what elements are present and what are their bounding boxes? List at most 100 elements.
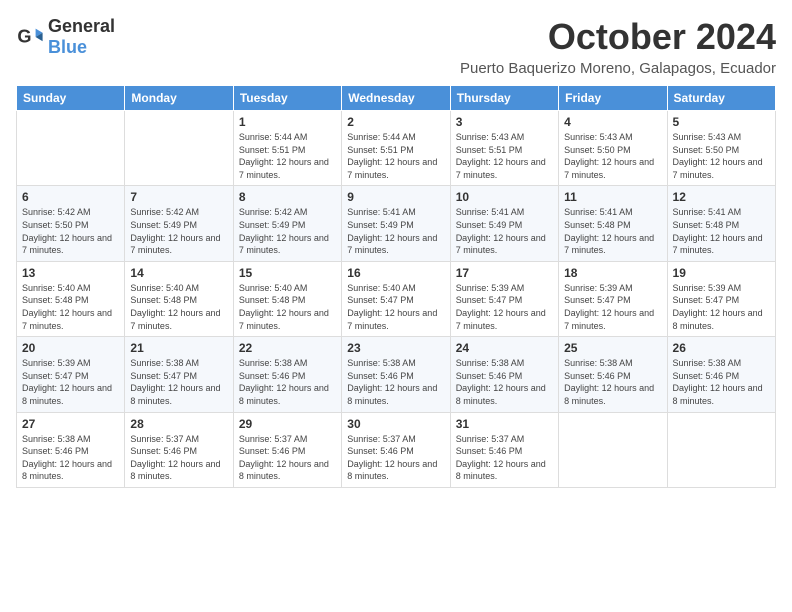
day-info: Sunrise: 5:43 AM Sunset: 5:50 PM Dayligh… [564,131,661,181]
calendar-week-3: 13 Sunrise: 5:40 AM Sunset: 5:48 PM Dayli… [17,261,776,336]
weekday-header-monday: Monday [125,86,233,111]
day-info: Sunrise: 5:38 AM Sunset: 5:46 PM Dayligh… [456,357,553,407]
calendar-cell: 31Sunrise: 5:37 AM Sunset: 5:46 PM Dayli… [450,412,558,487]
calendar-cell: 12 Sunrise: 5:41 AM Sunset: 5:48 PM Dayli… [667,186,775,261]
calendar-week-4: 20Sunrise: 5:39 AM Sunset: 5:47 PM Dayli… [17,337,776,412]
weekday-header-tuesday: Tuesday [233,86,341,111]
calendar-cell [17,111,125,186]
day-number: 27 [22,417,119,431]
calendar-cell [559,412,667,487]
weekday-header-wednesday: Wednesday [342,86,450,111]
calendar-cell: 8 Sunrise: 5:42 AM Sunset: 5:49 PM Daylig… [233,186,341,261]
day-info: Sunrise: 5:38 AM Sunset: 5:46 PM Dayligh… [347,357,444,407]
calendar-cell: 30 Sunrise: 5:37 AM Sunset: 5:46 PM Dayli… [342,412,450,487]
day-info: Sunrise: 5:44 AM Sunset: 5:51 PM Dayligh… [347,131,444,181]
day-number: 5 [673,115,770,129]
day-number: 8 [239,190,336,204]
day-info: Sunrise: 5:43 AM Sunset: 5:51 PM Dayligh… [456,131,553,181]
calendar-cell: 23 Sunrise: 5:38 AM Sunset: 5:46 PM Dayli… [342,337,450,412]
day-info: Sunrise: 5:39 AM Sunset: 5:47 PM Dayligh… [22,357,119,407]
day-number: 15 [239,266,336,280]
day-info: Sunrise: 5:40 AM Sunset: 5:48 PM Dayligh… [22,282,119,332]
day-info: Sunrise: 5:38 AM Sunset: 5:46 PM Dayligh… [673,357,770,407]
day-info: Sunrise: 5:43 AM Sunset: 5:50 PM Dayligh… [673,131,770,181]
day-info: Sunrise: 5:37 AM Sunset: 5:46 PM Dayligh… [347,433,444,483]
day-number: 9 [347,190,444,204]
logo-general: General [48,16,115,36]
day-info: Sunrise: 5:37 AM Sunset: 5:46 PM Dayligh… [239,433,336,483]
day-number: 21 [130,341,227,355]
calendar-cell: 25 Sunrise: 5:38 AM Sunset: 5:46 PM Dayli… [559,337,667,412]
day-info: Sunrise: 5:40 AM Sunset: 5:48 PM Dayligh… [130,282,227,332]
calendar-table: SundayMondayTuesdayWednesdayThursdayFrid… [16,85,776,488]
day-info: Sunrise: 5:44 AM Sunset: 5:51 PM Dayligh… [239,131,336,181]
day-number: 30 [347,417,444,431]
day-info: Sunrise: 5:41 AM Sunset: 5:48 PM Dayligh… [673,206,770,256]
calendar-cell: 16 Sunrise: 5:40 AM Sunset: 5:47 PM Dayli… [342,261,450,336]
calendar-cell: 2 Sunrise: 5:44 AM Sunset: 5:51 PM Daylig… [342,111,450,186]
calendar-week-1: 1 Sunrise: 5:44 AM Sunset: 5:51 PM Daylig… [17,111,776,186]
day-number: 11 [564,190,661,204]
calendar-cell: 4 Sunrise: 5:43 AM Sunset: 5:50 PM Daylig… [559,111,667,186]
day-number: 28 [130,417,227,431]
calendar-cell: 7 Sunrise: 5:42 AM Sunset: 5:49 PM Daylig… [125,186,233,261]
day-number: 18 [564,266,661,280]
calendar-cell [667,412,775,487]
calendar-cell: 22Sunrise: 5:38 AM Sunset: 5:46 PM Dayli… [233,337,341,412]
day-number: 23 [347,341,444,355]
calendar-cell: 17 Sunrise: 5:39 AM Sunset: 5:47 PM Dayli… [450,261,558,336]
day-info: Sunrise: 5:39 AM Sunset: 5:47 PM Dayligh… [564,282,661,332]
calendar-cell: 28Sunrise: 5:37 AM Sunset: 5:46 PM Dayli… [125,412,233,487]
calendar-cell: 24 Sunrise: 5:38 AM Sunset: 5:46 PM Dayli… [450,337,558,412]
calendar-cell: 18 Sunrise: 5:39 AM Sunset: 5:47 PM Dayli… [559,261,667,336]
calendar-week-2: 6 Sunrise: 5:42 AM Sunset: 5:50 PM Daylig… [17,186,776,261]
calendar-cell: 1 Sunrise: 5:44 AM Sunset: 5:51 PM Daylig… [233,111,341,186]
weekday-header-saturday: Saturday [667,86,775,111]
weekday-header-row: SundayMondayTuesdayWednesdayThursdayFrid… [17,86,776,111]
day-number: 2 [347,115,444,129]
title-section: October 2024 Puerto Baquerizo Moreno, Ga… [460,16,776,77]
day-number: 29 [239,417,336,431]
weekday-header-sunday: Sunday [17,86,125,111]
day-info: Sunrise: 5:40 AM Sunset: 5:47 PM Dayligh… [347,282,444,332]
day-number: 4 [564,115,661,129]
logo-icon: G [16,23,44,51]
svg-text:G: G [17,27,31,47]
calendar-cell: 15Sunrise: 5:40 AM Sunset: 5:48 PM Dayli… [233,261,341,336]
day-info: Sunrise: 5:39 AM Sunset: 5:47 PM Dayligh… [673,282,770,332]
calendar-cell: 26 Sunrise: 5:38 AM Sunset: 5:46 PM Dayli… [667,337,775,412]
day-info: Sunrise: 5:41 AM Sunset: 5:49 PM Dayligh… [456,206,553,256]
calendar-cell [125,111,233,186]
day-number: 25 [564,341,661,355]
day-number: 7 [130,190,227,204]
calendar-cell: 9 Sunrise: 5:41 AM Sunset: 5:49 PM Daylig… [342,186,450,261]
day-info: Sunrise: 5:42 AM Sunset: 5:50 PM Dayligh… [22,206,119,256]
calendar-cell: 27 Sunrise: 5:38 AM Sunset: 5:46 PM Dayli… [17,412,125,487]
day-number: 1 [239,115,336,129]
calendar-cell: 14Sunrise: 5:40 AM Sunset: 5:48 PM Dayli… [125,261,233,336]
calendar-week-5: 27 Sunrise: 5:38 AM Sunset: 5:46 PM Dayli… [17,412,776,487]
logo-blue: Blue [48,37,87,57]
day-info: Sunrise: 5:42 AM Sunset: 5:49 PM Dayligh… [239,206,336,256]
day-number: 13 [22,266,119,280]
weekday-header-friday: Friday [559,86,667,111]
calendar-cell: 29 Sunrise: 5:37 AM Sunset: 5:46 PM Dayli… [233,412,341,487]
day-number: 6 [22,190,119,204]
day-info: Sunrise: 5:39 AM Sunset: 5:47 PM Dayligh… [456,282,553,332]
calendar-cell: 11Sunrise: 5:41 AM Sunset: 5:48 PM Dayli… [559,186,667,261]
day-number: 12 [673,190,770,204]
day-number: 10 [456,190,553,204]
day-info: Sunrise: 5:38 AM Sunset: 5:46 PM Dayligh… [22,433,119,483]
day-number: 24 [456,341,553,355]
calendar-cell: 13 Sunrise: 5:40 AM Sunset: 5:48 PM Dayli… [17,261,125,336]
calendar-cell: 20Sunrise: 5:39 AM Sunset: 5:47 PM Dayli… [17,337,125,412]
day-info: Sunrise: 5:41 AM Sunset: 5:49 PM Dayligh… [347,206,444,256]
location-title: Puerto Baquerizo Moreno, Galapagos, Ecua… [460,60,776,77]
day-number: 17 [456,266,553,280]
day-number: 22 [239,341,336,355]
day-info: Sunrise: 5:38 AM Sunset: 5:46 PM Dayligh… [564,357,661,407]
month-title: October 2024 [460,16,776,58]
day-number: 16 [347,266,444,280]
day-info: Sunrise: 5:42 AM Sunset: 5:49 PM Dayligh… [130,206,227,256]
day-number: 26 [673,341,770,355]
